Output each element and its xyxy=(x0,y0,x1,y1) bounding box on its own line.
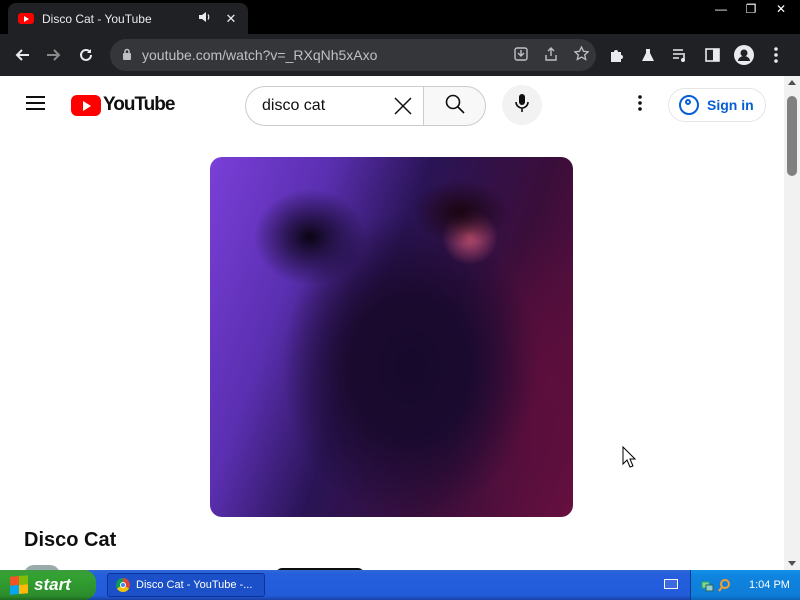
search-value: disco cat xyxy=(262,97,326,114)
clear-search-icon[interactable] xyxy=(383,91,423,122)
flask-icon[interactable] xyxy=(632,39,664,71)
tab-close-icon[interactable]: ✕ xyxy=(224,11,238,27)
clock: 1:04 PM xyxy=(749,579,790,591)
youtube-favicon-icon xyxy=(18,13,34,24)
tab-title: Disco Cat - YouTube xyxy=(42,11,152,26)
taskbar: start Disco Cat - YouTube -... 1:04 PM xyxy=(0,570,800,600)
minimize-button[interactable]: — xyxy=(706,0,736,18)
video-player[interactable] xyxy=(210,157,573,517)
search-button[interactable] xyxy=(423,86,486,126)
scroll-down-arrow-icon[interactable] xyxy=(788,561,796,566)
download-icon[interactable] xyxy=(506,46,536,64)
search-icon xyxy=(445,94,465,119)
voice-search-button[interactable] xyxy=(502,85,542,125)
taskbar-item-chrome[interactable]: Disco Cat - YouTube -... xyxy=(107,573,265,597)
bookmark-star-icon[interactable] xyxy=(566,45,596,64)
browser-tab[interactable]: Disco Cat - YouTube ✕ xyxy=(8,3,248,34)
address-bar[interactable]: youtube.com/watch?v=_RXqNh5xAxo xyxy=(110,39,596,71)
youtube-logo[interactable]: YouTube xyxy=(71,94,175,116)
user-circle-icon xyxy=(679,95,699,115)
browser-menu-icon[interactable] xyxy=(760,39,792,71)
youtube-header: YouTube disco cat Sign in xyxy=(0,76,784,132)
youtube-wordmark: YouTube xyxy=(103,94,175,115)
start-button[interactable]: start xyxy=(0,570,96,600)
speaker-icon[interactable] xyxy=(198,11,212,26)
url-text: youtube.com/watch?v=_RXqNh5xAxo xyxy=(142,47,378,63)
reload-icon[interactable] xyxy=(70,39,102,71)
lock-icon[interactable] xyxy=(122,48,132,63)
taskbar-item-label: Disco Cat - YouTube -... xyxy=(136,579,253,591)
youtube-play-icon xyxy=(71,94,101,116)
scrollbar-thumb[interactable] xyxy=(787,96,797,176)
more-options-icon[interactable] xyxy=(630,93,650,117)
media-queue-icon[interactable] xyxy=(664,39,696,71)
restore-button[interactable]: ❐ xyxy=(736,0,766,18)
search-tray-icon[interactable] xyxy=(718,578,731,592)
network-icon[interactable] xyxy=(701,579,714,592)
window-close-button[interactable]: ✕ xyxy=(766,0,796,18)
hamburger-menu-icon[interactable] xyxy=(26,96,46,110)
share-icon[interactable] xyxy=(536,46,566,64)
windows-logo-icon xyxy=(10,575,28,595)
tab-strip: Disco Cat - YouTube ✕ — ❐ ✕ xyxy=(0,0,800,34)
youtube-page: YouTube disco cat Sign in Disco Cat xyxy=(0,76,800,570)
sign-in-button[interactable]: Sign in xyxy=(668,88,766,122)
search-input[interactable]: disco cat xyxy=(245,86,423,126)
puzzle-icon[interactable] xyxy=(600,39,632,71)
profile-avatar-icon[interactable] xyxy=(728,39,760,71)
browser-toolbar: youtube.com/watch?v=_RXqNh5xAxo xyxy=(0,34,800,76)
window-controls: — ❐ ✕ xyxy=(706,0,796,18)
scroll-up-arrow-icon[interactable] xyxy=(788,80,796,85)
keyboard-icon[interactable] xyxy=(664,579,678,589)
system-tray: 1:04 PM xyxy=(690,570,800,600)
sign-in-label: Sign in xyxy=(707,97,754,113)
forward-arrow-icon[interactable] xyxy=(38,39,70,71)
chrome-icon xyxy=(116,578,130,592)
extensions-area xyxy=(600,39,792,71)
video-title: Disco Cat xyxy=(24,529,117,551)
side-panel-icon[interactable] xyxy=(696,39,728,71)
back-arrow-icon[interactable] xyxy=(6,39,38,71)
start-label: start xyxy=(34,575,71,594)
page-scrollbar[interactable] xyxy=(784,76,800,570)
microphone-icon xyxy=(515,93,529,118)
